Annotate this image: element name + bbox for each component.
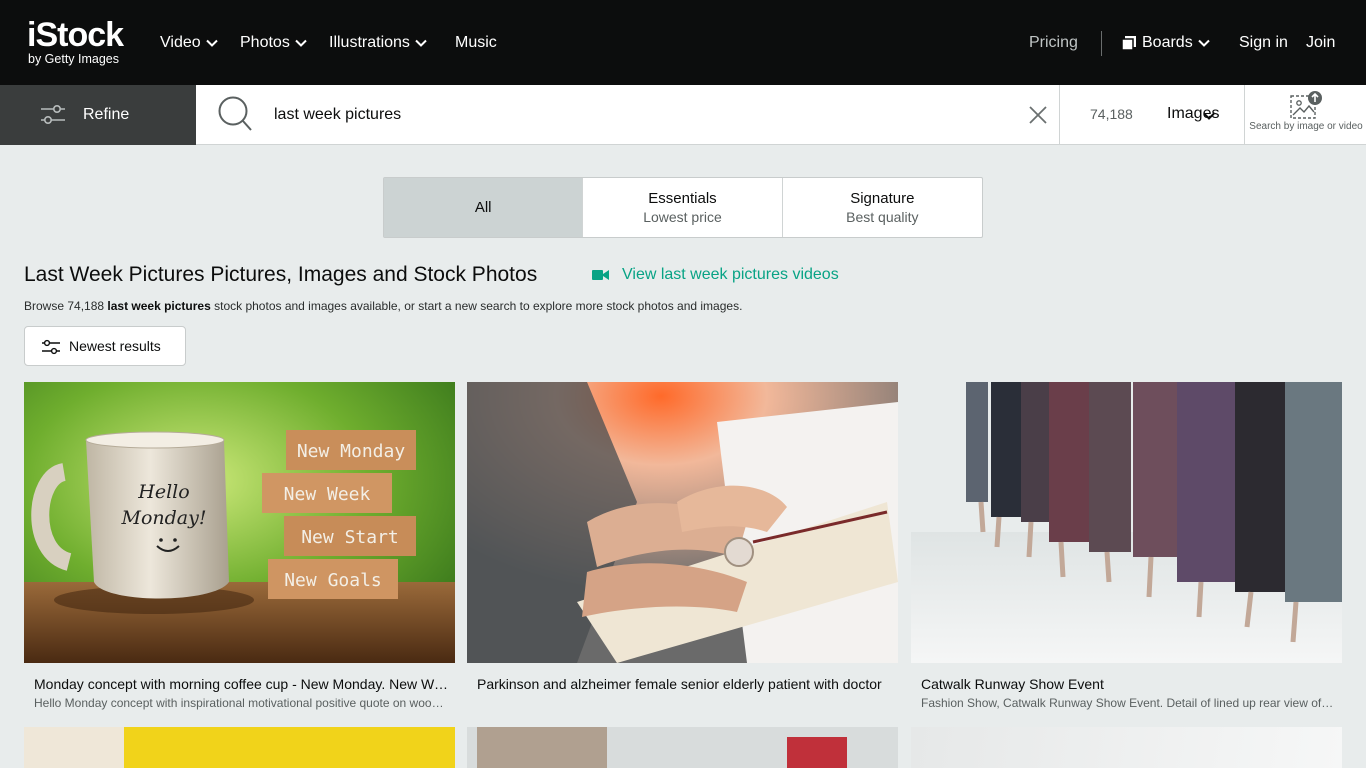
pricing-label: Pricing	[1029, 34, 1078, 51]
nav-photos-menu[interactable]: Photos	[240, 32, 307, 54]
join-link[interactable]: Join	[1306, 32, 1335, 54]
join-label: Join	[1306, 34, 1336, 51]
result-image-partial[interactable]	[911, 727, 1342, 768]
block-new-start: New Start	[301, 527, 399, 548]
search-icon	[218, 96, 252, 131]
result-card[interactable]	[911, 727, 1342, 768]
nav-video-menu[interactable]: Video	[160, 32, 218, 54]
browse-prefix: Browse 74,188	[24, 299, 108, 313]
nav-photos-label: Photos	[240, 34, 290, 51]
result-image-partial-detail	[787, 737, 847, 768]
tab-essentials-label: Essentials	[648, 190, 717, 207]
boards-menu[interactable]: Boards	[1121, 32, 1210, 54]
result-image-catwalk-runway[interactable]	[911, 382, 1342, 663]
sliders-icon	[41, 104, 65, 125]
result-description: Hello Monday concept with inspirational …	[34, 696, 449, 710]
boards-label: Boards	[1142, 34, 1193, 51]
block-new-goals: New Goals	[284, 570, 382, 591]
page-title: Last Week Pictures Pictures, Images and …	[24, 263, 538, 286]
top-navigation-bar: iStock by Getty Images Video Photos Illu…	[0, 0, 1366, 85]
close-icon[interactable]	[1027, 104, 1049, 126]
result-image-partial[interactable]	[24, 727, 124, 768]
browse-query: last week pictures	[107, 299, 211, 313]
nav-music-link[interactable]: Music	[455, 32, 497, 54]
result-image-monday-coffee[interactable]: Hello Monday! New Monday New Week New St…	[24, 382, 455, 663]
search-by-image-button[interactable]: Search by image or video	[1246, 85, 1366, 145]
result-description: Fashion Show, Catwalk Runway Show Event.…	[921, 696, 1336, 710]
refine-button[interactable]: Refine	[0, 85, 196, 145]
pricing-link[interactable]: Pricing	[1029, 32, 1078, 54]
sort-label: Newest results	[69, 338, 161, 354]
nav-video-label: Video	[160, 34, 201, 51]
result-image-partial[interactable]	[477, 727, 607, 768]
chevron-down-icon	[205, 39, 218, 47]
chevron-down-icon	[295, 39, 307, 47]
view-videos-label: View last week pictures videos	[622, 266, 839, 283]
nav-music-label: Music	[455, 34, 497, 51]
sign-in-link[interactable]: Sign in	[1239, 32, 1288, 54]
result-card[interactable]	[24, 727, 455, 768]
tab-all-label: All	[474, 199, 492, 216]
result-card[interactable]: Parkinson and alzheimer female senior el…	[467, 382, 898, 722]
browse-description: Browse 74,188 last week pictures stock p…	[24, 298, 742, 314]
result-count: 74,188	[1090, 106, 1133, 122]
nav-illustrations-label: Illustrations	[329, 34, 410, 51]
sign-in-label: Sign in	[1239, 34, 1288, 51]
search-by-image-label: Search by image or video	[1249, 121, 1363, 132]
result-card[interactable]	[467, 727, 898, 768]
chevron-down-icon	[1203, 112, 1215, 120]
refine-label: Refine	[83, 106, 130, 123]
search-input[interactable]	[262, 97, 1002, 133]
logo-tagline: by Getty Images	[28, 52, 120, 66]
block-new-week: New Week	[284, 484, 371, 505]
result-title[interactable]: Monday concept with morning coffee cup -…	[34, 676, 449, 693]
result-image-patient-hands[interactable]	[467, 382, 898, 663]
nav-divider	[1101, 31, 1102, 56]
tab-signature[interactable]: Signature Best quality	[783, 178, 982, 237]
result-card[interactable]: Catwalk Runway Show Event Fashion Show, …	[911, 382, 1342, 722]
block-new-monday: New Monday	[297, 441, 406, 462]
video-camera-icon	[592, 270, 609, 280]
image-upload-icon	[1290, 91, 1322, 119]
tab-essentials[interactable]: Essentials Lowest price	[583, 178, 783, 237]
tier-tabs: All Essentials Lowest price Signature Be…	[383, 177, 983, 238]
tab-essentials-sub: Lowest price	[643, 209, 722, 225]
browse-suffix: stock photos and images available, or st…	[210, 299, 743, 313]
mug-text-line1: Hello	[137, 481, 189, 503]
tab-all[interactable]: All	[384, 178, 584, 237]
boards-icon	[1121, 36, 1136, 51]
mug-text-line2: Monday!	[121, 507, 207, 529]
chevron-down-icon	[415, 39, 427, 47]
sliders-icon	[42, 339, 60, 355]
search-bar: Refine 74,188 Images Search by image or …	[0, 85, 1366, 145]
chevron-down-icon	[1197, 39, 1210, 47]
result-card[interactable]: Hello Monday! New Monday New Week New St…	[24, 382, 455, 722]
logo-wordmark: iStock	[27, 16, 124, 54]
result-title[interactable]: Catwalk Runway Show Event	[921, 676, 1336, 693]
view-videos-link[interactable]: View last week pictures videos	[592, 263, 839, 287]
result-title[interactable]: Parkinson and alzheimer female senior el…	[477, 676, 892, 693]
tab-signature-sub: Best quality	[846, 209, 919, 225]
sort-button[interactable]: Newest results	[24, 326, 186, 366]
istock-logo[interactable]: iStock by Getty Images	[27, 17, 139, 69]
media-type-dropdown[interactable]: 74,188 Images	[1059, 85, 1245, 145]
tab-signature-label: Signature	[850, 190, 915, 207]
nav-illustrations-menu[interactable]: Illustrations	[329, 32, 427, 54]
